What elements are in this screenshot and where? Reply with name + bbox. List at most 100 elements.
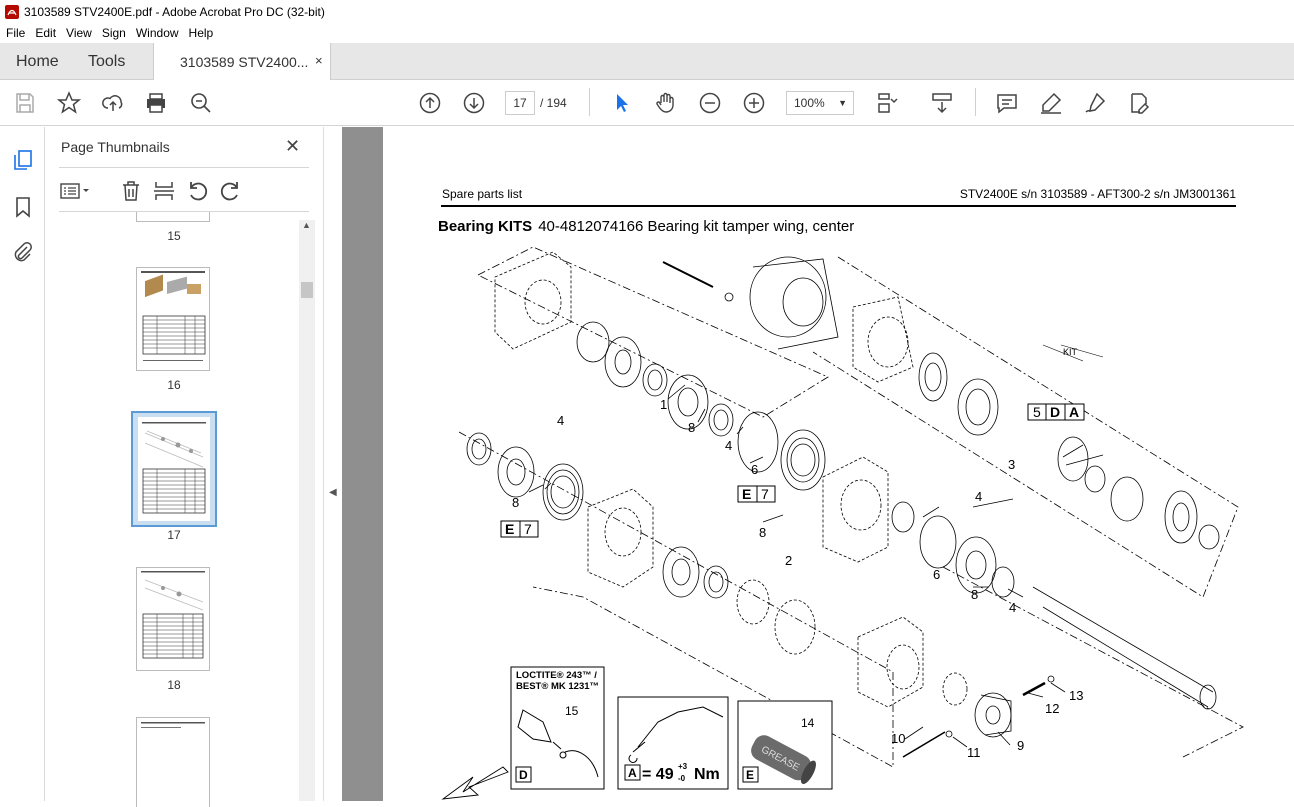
pdf-page: Spare parts list STV2400E s/n 3103589 - … [383,127,1294,801]
close-panel-icon[interactable]: ✕ [285,136,300,157]
attachments-paperclip-icon[interactable] [11,240,35,264]
loctite-ref: 15 [565,704,579,718]
scroll-up-icon[interactable]: ▲ [302,220,311,230]
callout-number: 4 [557,413,564,428]
callout-number: 1 [660,397,667,412]
callout-box: 7 [761,486,769,502]
tab-document[interactable]: 3103589 STV2400... × [153,43,331,81]
page-number-label: 16 [167,378,181,392]
menu-edit[interactable]: Edit [30,26,61,40]
kit-label: KIT [1063,347,1078,357]
loctite-legend-box: LOCTITE® 243™ / BEST® MK 1231™ 15 D [510,666,605,790]
rotate-counterclockwise-icon[interactable] [185,179,209,203]
print-icon[interactable] [144,91,168,115]
tab-home[interactable]: Home [16,43,59,80]
menu-view[interactable]: View [61,26,97,40]
torque-tolerance-minus: -0 [678,774,686,783]
torque-tolerance-plus: +3 [678,762,688,771]
tab-bar: Home Tools 3103589 STV2400... × [0,43,1294,81]
panel-divider [59,167,309,168]
menu-bar: File Edit View Sign Window Help [0,23,1294,43]
grease-legend-box: 14 GREASE E [737,700,833,790]
document-tab-label: 3103589 STV2400... [180,54,309,70]
save-icon[interactable] [13,91,37,115]
toolbar-separator [589,88,590,116]
page-thumbnail-selected[interactable] [131,411,217,527]
exploded-parts-diagram: KIT 1 8 4 6 3 4 8 4 8 2 6 8 4 13 12 10 1… [441,246,1244,800]
callout-number: 11 [967,745,981,760]
torque-value: = 49 [642,766,674,783]
page-thumbnail[interactable] [136,267,210,371]
toolbar-separator [975,88,976,116]
callout-box: 5 [1033,404,1041,420]
menu-sign[interactable]: Sign [97,26,131,40]
callout-number: 10 [891,731,905,746]
left-tool-rail [0,127,45,801]
close-tab-icon[interactable]: × [315,53,323,68]
callout-number: 6 [751,462,758,477]
edit-pdf-icon[interactable] [1127,91,1151,115]
page-thumbnail[interactable] [136,717,210,807]
delete-page-icon[interactable] [119,179,143,203]
extract-pages-icon[interactable] [152,179,176,203]
main-toolbar: 17 / 194 100% ▼ [0,80,1294,126]
panel-title: Page Thumbnails [61,139,170,155]
search-zoom-icon[interactable] [189,91,213,115]
collapse-left-icon: ◀ [329,487,337,498]
page-number-input[interactable]: 17 [505,91,535,115]
callout-number: 9 [1017,738,1024,753]
title-bar: 3103589 STV2400E.pdf - Adobe Acrobat Pro… [0,0,1294,23]
tab-tools[interactable]: Tools [88,43,125,80]
callout-box: D [1050,404,1060,420]
page-thumbnail[interactable] [136,212,210,222]
thumbnail-scrollbar[interactable]: ▲ [299,220,315,801]
page-fit-icon[interactable] [876,91,900,115]
zoom-out-icon[interactable] [698,91,722,115]
callout-box: 7 [524,521,532,537]
scrollbar-thumb[interactable] [301,282,313,298]
callout-number: 8 [688,420,695,435]
zoom-in-icon[interactable] [742,91,766,115]
menu-file[interactable]: File [0,26,30,40]
callout-box: E [742,486,751,502]
share-upload-icon[interactable] [101,91,125,115]
callout-number: 6 [933,567,940,582]
draw-sign-icon[interactable] [1083,91,1107,115]
torque-legend-box: A = 49 +3 -0 Nm [617,696,729,790]
loctite-tag: D [519,768,528,782]
callout-number: 12 [1045,701,1059,716]
callout-number: 4 [725,438,732,453]
torque-tag: A [628,766,637,780]
callout-number: 3 [1008,457,1015,472]
next-page-icon[interactable] [462,91,486,115]
view-direction-arrow-icon [441,766,509,800]
page-thumbnail[interactable] [136,567,210,671]
rotate-clockwise-icon[interactable] [219,179,243,203]
scroll-mode-icon[interactable] [930,91,954,115]
page-total-label: / 194 [540,96,567,110]
zoom-level-select[interactable]: 100% ▼ [786,91,854,115]
page-thumbnails-icon[interactable] [11,148,35,172]
bookmarks-icon[interactable] [11,195,35,219]
grease-ref: 14 [801,716,815,730]
page-number-label: 18 [167,678,181,692]
hand-tool-icon[interactable] [654,91,678,115]
bookmark-star-icon[interactable] [56,91,82,115]
comment-icon[interactable] [995,91,1019,115]
options-menu-icon[interactable] [59,179,89,203]
previous-page-icon[interactable] [418,91,442,115]
page-number-label: 15 [167,229,181,243]
page-number-label: 17 [167,528,181,542]
callout-number: 4 [1009,600,1016,615]
menu-window[interactable]: Window [131,26,184,40]
chevron-down-icon: ▼ [838,98,847,108]
callout-number: 8 [971,587,978,602]
select-cursor-icon[interactable] [609,91,633,115]
document-viewport[interactable]: Spare parts list STV2400E s/n 3103589 - … [342,127,1294,801]
window-title: 3103589 STV2400E.pdf - Adobe Acrobat Pro… [24,4,325,19]
callout-box: A [1069,404,1079,420]
highlight-pen-icon[interactable] [1039,91,1063,115]
panel-collapse-handle[interactable]: ◀ [323,127,342,801]
loctite-line-1: LOCTITE® 243™ / [516,670,597,681]
menu-help[interactable]: Help [184,26,219,40]
